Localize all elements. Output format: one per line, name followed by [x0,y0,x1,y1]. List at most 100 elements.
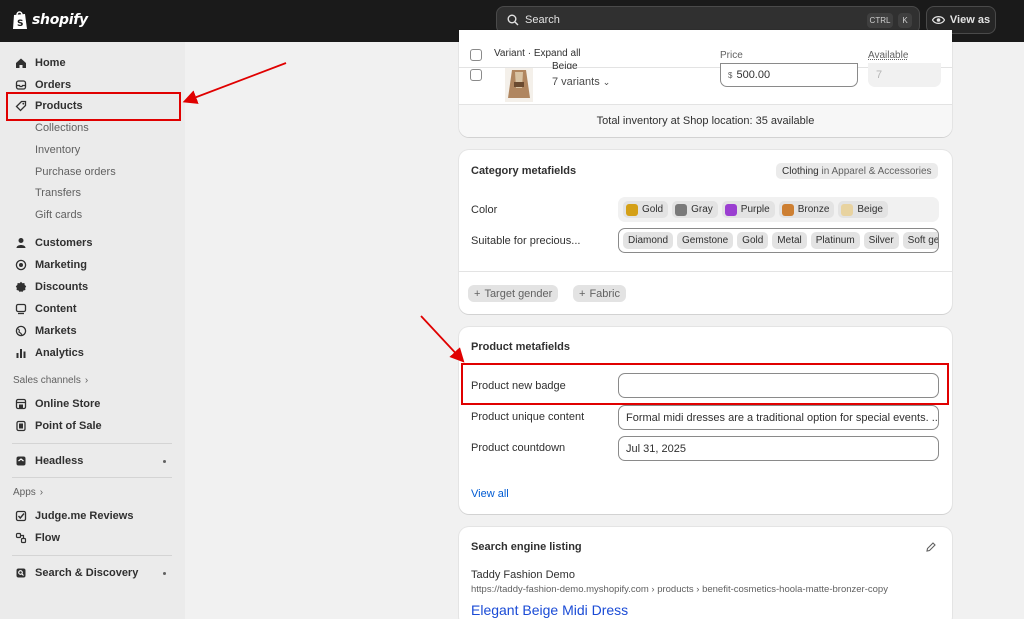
available-input[interactable]: 7 [868,63,941,87]
shortcut-ctrl-key: CTRL [867,13,893,28]
sidebar-subitem-collections[interactable]: Collections [35,119,89,137]
target-icon [14,259,27,272]
sidebar-item-judgeme[interactable]: Judge.me Reviews [14,507,133,525]
tag-silver: Silver [863,232,899,249]
inventory-footer: Total inventory at Shop location: 35 ava… [459,104,952,137]
category-badge[interactable]: Clothing in Apparel & Accessories [776,163,938,179]
sidebar-item-label: Judge.me Reviews [35,510,134,522]
sidebar-item-label: Markets [35,325,77,337]
seo-store-name: Taddy Fashion Demo [471,569,575,581]
suitable-for-values[interactable]: Diamond Gemstone Gold Metal Platinum Sil… [618,228,939,253]
sidebar-item-content[interactable]: Content [14,300,77,318]
color-chip-purple: Purple [721,201,775,218]
product-countdown-input[interactable]: Jul 31, 2025 [618,436,939,461]
flow-icon [14,532,27,545]
store-icon [14,398,27,411]
chevron-right-icon: › [39,487,44,498]
chip-label: Gray [691,204,713,215]
tag-diamond: Diamond [623,232,674,249]
suitable-for-label: Suitable for precious... [471,235,581,247]
product-unique-content-label: Product unique content [471,411,585,423]
tag-platinum: Platinum [810,232,860,249]
sidebar-item-online-store[interactable]: Online Store [14,395,100,413]
variant-expand-all[interactable]: Variant · Expand all [494,48,581,59]
arrow-to-products [182,62,287,104]
select-all-checkbox[interactable] [470,49,482,61]
variant-row-checkbox[interactable] [470,69,482,81]
card-title: Product metafields [471,341,571,353]
color-values[interactable]: Gold Gray Purple Bronze Beige [618,197,939,222]
tag-gemstone: Gemstone [677,232,734,249]
sidebar-item-label: Point of Sale [35,420,102,432]
category-path: in Apparel & Accessories [818,165,932,177]
chart-icon [14,347,27,360]
seo-page-title[interactable]: Elegant Beige Midi Dress [471,602,628,618]
color-chip-bronze: Bronze [778,201,835,218]
plus-icon: + [474,287,481,300]
color-label: Color [471,204,498,216]
sidebar-item-label: Customers [35,237,93,249]
sidebar-item-customers[interactable]: Customers [14,234,92,252]
sidebar: Home Orders Products Collections Invento… [0,42,185,619]
shopify-logo[interactable]: S shopify [12,10,88,30]
total-inventory-text: Total inventory at Shop location: 35 ava… [596,115,815,127]
content-icon [14,303,27,316]
sidebar-subitem-purchase-orders[interactable]: Purchase orders [35,163,116,181]
sidebar-subitem-inventory[interactable]: Inventory [35,141,80,159]
sidebar-item-headless[interactable]: Headless [14,452,83,470]
globe-icon [14,325,27,338]
chip-label: Bronze [797,204,830,215]
sidebar-item-label: Analytics [35,347,84,359]
search-engine-listing-card: Search engine listing Taddy Fashion Demo… [459,527,952,619]
sidebar-item-markets[interactable]: Markets [14,322,77,340]
variant-thumbnail[interactable] [492,68,546,102]
swatch-purple [724,203,737,216]
sidebar-item-search-discovery[interactable]: Search & Discovery [14,564,138,582]
shopify-bag-icon: S [13,11,27,29]
add-fabric-button[interactable]: + Fabric [573,285,626,302]
product-unique-content-input[interactable]: Formal midi dresses are a traditional op… [618,405,939,430]
person-icon [14,237,27,250]
sidebar-item-label: Content [35,303,77,315]
sidebar-subitem-gift-cards[interactable]: Gift cards [35,206,82,224]
chip-label: Gold [642,204,664,215]
tag-soft-gem: Soft gem [902,232,938,249]
variant-count-label: 7 variants [552,76,600,88]
swatch-gold [626,203,638,216]
sidebar-divider [12,555,172,556]
apps-header[interactable]: Apps › [13,487,43,498]
view-all-link[interactable]: View all [471,488,509,500]
product-countdown-label: Product countdown [471,442,566,454]
products-highlight-box [6,92,181,121]
sidebar-item-discounts[interactable]: Discounts [14,278,88,296]
sales-channels-header[interactable]: Sales channels › [13,375,88,386]
view-as-label: View as [949,14,991,26]
sidebar-item-marketing[interactable]: Marketing [14,256,87,274]
search-icon [507,14,519,26]
apps-label: Apps [13,487,36,498]
pencil-icon[interactable] [925,541,937,553]
svg-text:S: S [17,19,23,29]
sidebar-subitem-transfers[interactable]: Transfers [35,184,81,202]
sidebar-item-point-of-sale[interactable]: Point of Sale [14,417,102,435]
tag-gold: Gold [737,232,769,249]
category-metafields-card: Category metafields Clothing in Apparel … [459,150,952,314]
sidebar-divider [12,443,172,444]
product-metafields-card: Product metafields Product new badge Pro… [459,327,952,514]
sidebar-item-label: Discounts [35,281,89,293]
swatch-gray [675,203,688,216]
sidebar-item-flow[interactable]: Flow [14,529,60,547]
price-input[interactable]: $ 500.00 [720,63,858,87]
sales-channels-label: Sales channels [13,375,81,386]
seo-url: https://taddy-fashion-demo.myshopify.com… [471,584,888,595]
sidebar-divider [12,477,172,478]
card-title: Category metafields [471,165,577,177]
variant-count[interactable]: 7 variants ⌄ [552,76,610,88]
pin-dot-icon [163,460,166,463]
sidebar-item-analytics[interactable]: Analytics [14,344,84,362]
tag-metal: Metal [772,232,807,249]
sidebar-item-home[interactable]: Home [14,54,66,72]
dress-image-icon [505,68,533,102]
eye-icon [931,16,945,24]
add-target-gender-button[interactable]: + Target gender [468,285,559,302]
